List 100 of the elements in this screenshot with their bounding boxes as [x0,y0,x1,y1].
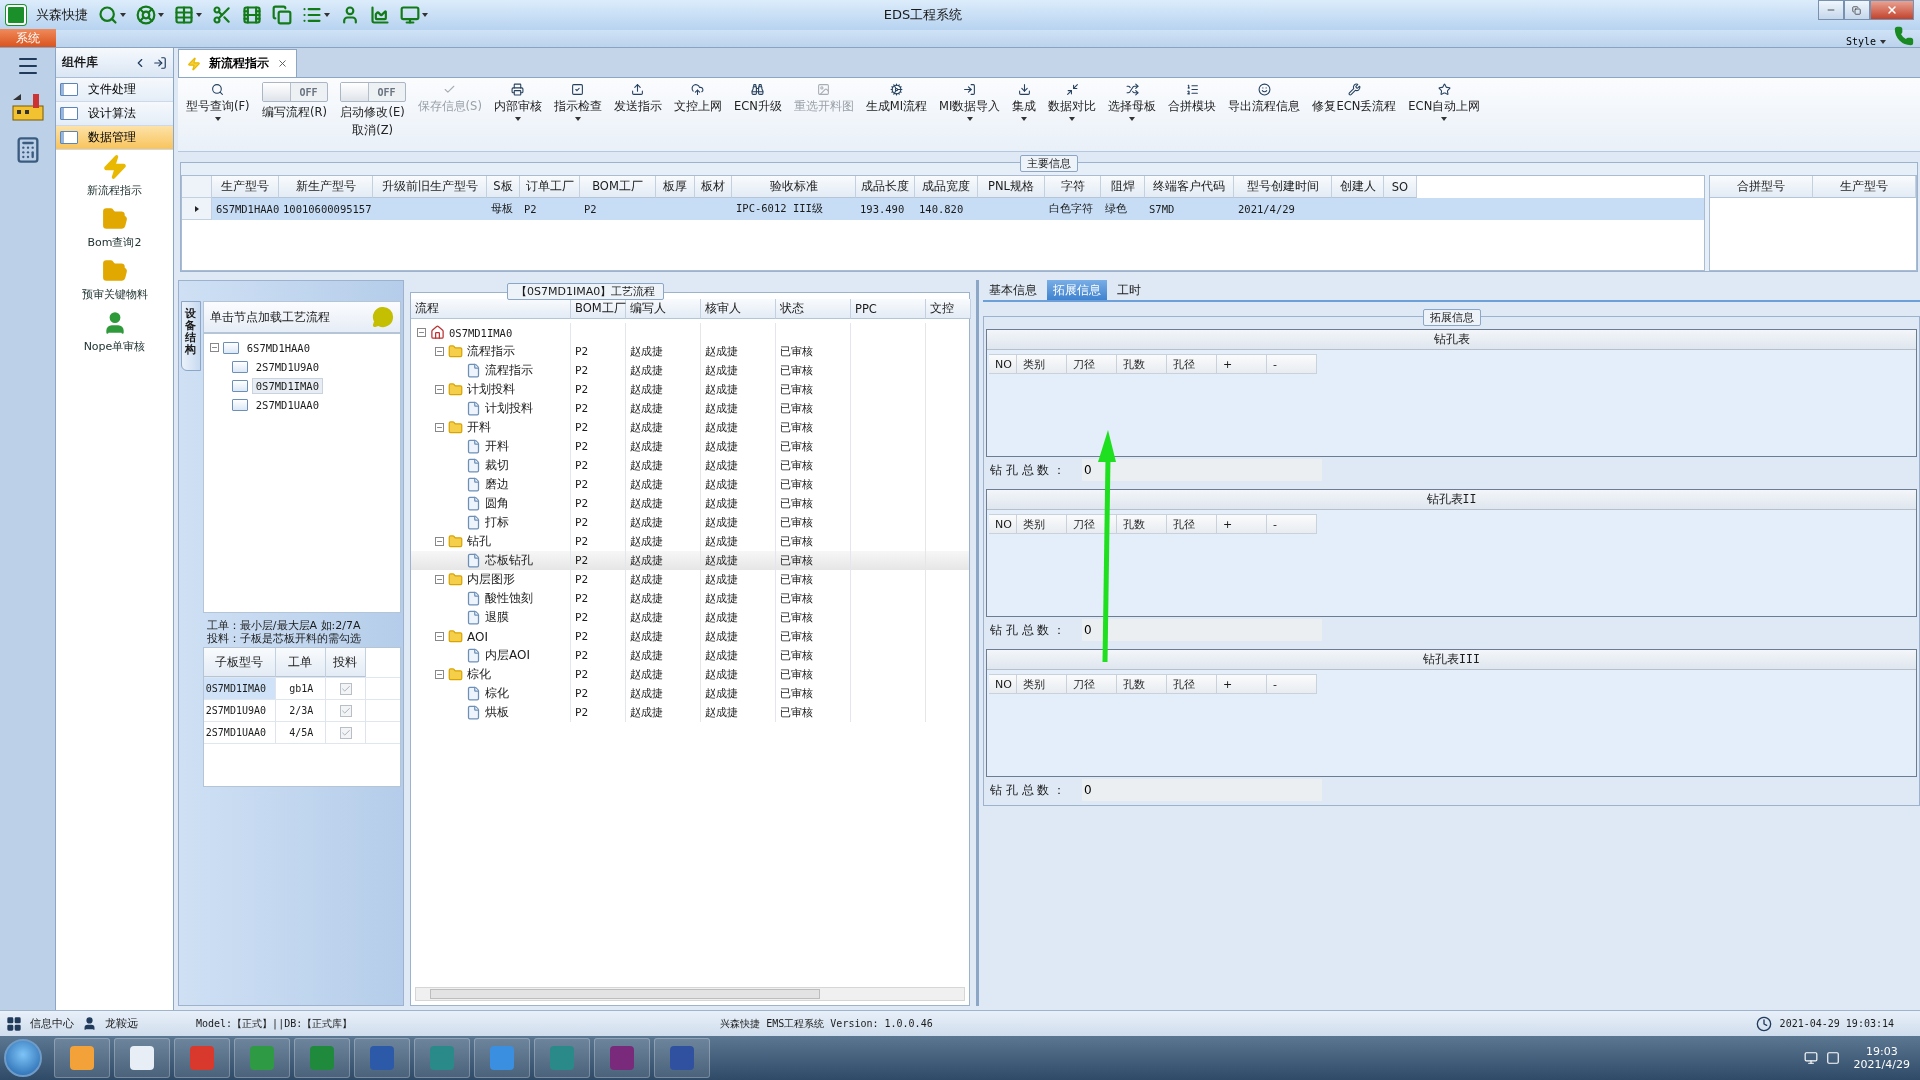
checkbox[interactable] [340,726,353,739]
toolbar-button[interactable]: 数据对比 [1044,82,1101,121]
collapse-icon[interactable] [435,670,444,679]
toggle-switch[interactable]: OFF [339,82,406,102]
column-header[interactable]: S板 [487,176,520,198]
collapse-icon[interactable] [435,385,444,394]
flow-row[interactable]: 开料 P2 赵成捷 赵成捷 已审核 [411,437,969,456]
flow-row[interactable]: 芯板钻孔 P2 赵成捷 赵成捷 已审核 [411,551,969,570]
column-header[interactable]: 孔径 [1167,674,1217,694]
collapse-icon[interactable] [417,328,426,337]
tab[interactable]: 工时 [1111,280,1147,300]
column-header[interactable]: 投料 [325,648,366,678]
column-header[interactable]: 成品宽度 [915,176,978,198]
column-header[interactable]: 孔数 [1117,354,1167,374]
toolbar-button[interactable]: 文控上网 [669,82,726,114]
toolbar-button[interactable]: 指示检查 [549,82,606,121]
collapse-icon[interactable] [435,632,444,641]
side-tab[interactable]: 设备结构 [181,301,201,372]
column-header[interactable]: 文控 [926,299,971,319]
column-header[interactable]: + [1217,514,1267,534]
tree-node[interactable]: 2S7MD1UAA0 [251,396,323,413]
column-header[interactable]: 孔径 [1167,514,1217,534]
column-header[interactable]: 字符 [1045,176,1101,198]
checkbox[interactable] [340,682,353,695]
flow-row[interactable]: 圆角 P2 赵成捷 赵成捷 已审核 [411,494,969,513]
taskbar-app[interactable] [474,1038,530,1078]
taskbar-app[interactable] [534,1038,590,1078]
column-header[interactable]: 新生产型号 [279,176,373,198]
toolbar-button[interactable]: 内部审核 [489,82,546,121]
toolbar-button[interactable]: 修复ECN丢流程 [1308,82,1401,114]
column-header[interactable]: 板材 [695,176,732,198]
flow-row[interactable]: 流程指示 P2 赵成捷 赵成捷 已审核 [411,342,969,361]
flow-row[interactable]: 开料 P2 赵成捷 赵成捷 已审核 [411,418,969,437]
flow-row[interactable]: 内层图形 P2 赵成捷 赵成捷 已审核 [411,570,969,589]
column-header[interactable]: 板厚 [656,176,695,198]
table-cell[interactable]: 2S7MD1U9A0 [203,700,276,722]
collapse-icon[interactable] [435,423,444,432]
taskbar-app[interactable] [234,1038,290,1078]
column-header[interactable]: 孔径 [1167,354,1217,374]
column-header[interactable]: - [1267,354,1317,374]
column-header[interactable]: PNL规格 [978,176,1045,198]
column-header[interactable]: NO [989,354,1017,374]
column-header[interactable]: 创建人 [1332,176,1384,198]
toggle-switch[interactable]: OFF [261,82,328,102]
collapse-icon[interactable] [435,347,444,356]
column-header[interactable]: - [1267,674,1317,694]
flow-row[interactable]: 流程指示 P2 赵成捷 赵成捷 已审核 [411,361,969,380]
column-header[interactable]: + [1217,354,1267,374]
flow-row[interactable]: 0S7MD1IMA0 [411,323,969,342]
toolbar-button[interactable]: 集成 [1008,82,1041,121]
column-header[interactable]: 编写人 [626,299,701,319]
tray-clock[interactable]: 19:03 2021/4/29 [1853,1045,1910,1071]
flow-row[interactable]: 打标 P2 赵成捷 赵成捷 已审核 [411,513,969,532]
scrollbar[interactable] [415,987,965,1001]
flow-row[interactable]: 裁切 P2 赵成捷 赵成捷 已审核 [411,456,969,475]
toolbar-button[interactable]: ECN自动上网 [1404,82,1485,121]
column-header[interactable]: + [1217,674,1267,694]
table-cell[interactable]: 2S7MD1UAA0 [203,722,276,744]
taskbar-app[interactable] [654,1038,710,1078]
column-header[interactable]: 孔数 [1117,514,1167,534]
flow-row[interactable]: 棕化 P2 赵成捷 赵成捷 已审核 [411,684,969,703]
toolbar-button[interactable]: ECN升级 [729,82,786,114]
toolbar-button[interactable]: 发送指示 [609,82,666,114]
flow-row[interactable]: 退膜 P2 赵成捷 赵成捷 已审核 [411,608,969,627]
flow-row[interactable]: 烘板 P2 赵成捷 赵成捷 已审核 [411,703,969,722]
column-header[interactable]: BOM工厂 [571,299,626,319]
tool-button[interactable]: Nope单审核 [56,306,173,358]
column-header[interactable]: 刀径 [1067,514,1117,534]
flow-row[interactable]: 计划投料 P2 赵成捷 赵成捷 已审核 [411,399,969,418]
tool-button[interactable]: 预审关键物料 [56,254,173,306]
column-header[interactable]: - [1267,514,1317,534]
taskbar-app[interactable] [594,1038,650,1078]
column-header[interactable]: 合拼型号 [1710,176,1813,198]
column-header[interactable]: 类别 [1017,674,1067,694]
flow-row[interactable]: 酸性蚀刻 P2 赵成捷 赵成捷 已审核 [411,589,969,608]
toolbar-button[interactable]: 导出流程信息 [1224,82,1305,114]
style-menu[interactable]: Style [1845,36,1886,47]
column-header[interactable]: SO [1384,176,1417,198]
flow-row[interactable]: 计划投料 P2 赵成捷 赵成捷 已审核 [411,380,969,399]
tree-node[interactable]: 0S7MD1IMA0 [251,377,323,394]
column-header[interactable]: 状态 [776,299,851,319]
library-item[interactable]: 数据管理 [56,126,173,150]
collapse-icon[interactable] [209,343,219,352]
column-header[interactable]: 阻焊 [1101,176,1145,198]
library-item[interactable]: 文件处理 [56,78,173,102]
column-header[interactable]: 刀径 [1067,674,1117,694]
column-header[interactable]: 成品长度 [856,176,915,198]
library-item[interactable]: 设计算法 [56,102,173,126]
column-header[interactable]: 类别 [1017,514,1067,534]
taskbar-app[interactable] [114,1038,170,1078]
column-header[interactable]: 型号创建时间 [1234,176,1332,198]
column-header[interactable]: 验收标准 [732,176,856,198]
row-header[interactable] [182,198,212,220]
taskbar-app[interactable] [414,1038,470,1078]
total-field[interactable]: 0 [1082,779,1322,801]
column-header[interactable]: 工单 [275,648,326,678]
flow-row[interactable]: 棕化 P2 赵成捷 赵成捷 已审核 [411,665,969,684]
table-cell[interactable]: 0S7MD1IMA0 [203,678,276,700]
toolbar-button[interactable]: 取消(Z) [352,123,393,138]
column-header[interactable]: 生产型号 [212,176,279,198]
